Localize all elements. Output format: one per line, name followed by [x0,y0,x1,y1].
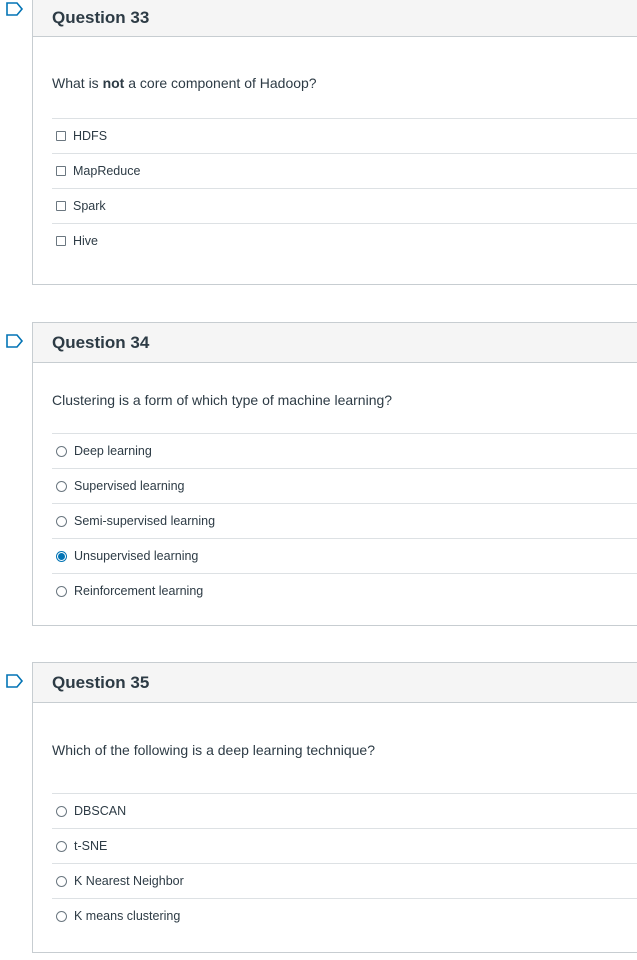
answer-option[interactable]: MapReduce [52,154,637,189]
answer-label: HDFS [73,129,108,143]
question-text: Clustering is a form of which type of ma… [52,392,393,408]
answer-label: Unsupervised learning [74,549,199,563]
question-header: Question 33 [33,0,637,37]
question-text-part: a core component of Hadoop? [124,75,317,91]
answer-option[interactable]: t-SNE [52,829,637,864]
answer-option[interactable]: Hive [52,224,637,258]
radio-button[interactable] [56,875,67,887]
checkbox[interactable] [56,131,66,141]
flag-icon[interactable] [6,674,24,688]
answer-label: Reinforcement learning [74,584,204,598]
question-title: Question 34 [52,332,150,352]
answer-label: Supervised learning [74,479,185,493]
answer-option[interactable]: Reinforcement learning [52,574,637,608]
radio-button[interactable] [56,445,67,457]
question-header: Question 35 [33,663,637,703]
answer-option[interactable]: DBSCAN [52,794,637,829]
answer-option[interactable]: K means clustering [52,899,637,933]
answer-option[interactable]: HDFS [52,119,637,154]
radio-button[interactable] [56,805,67,817]
answer-option[interactable]: K Nearest Neighbor [52,864,637,899]
flag-icon[interactable] [6,334,24,348]
answer-label: Spark [73,199,106,213]
question-34: Question 34 Clustering is a form of whic… [32,322,637,626]
radio-button[interactable] [56,840,67,852]
radio-button-selected[interactable] [56,550,67,562]
question-title: Question 35 [52,672,150,692]
question-title: Question 33 [52,7,150,27]
checkbox[interactable] [56,236,66,246]
answer-label: MapReduce [73,164,141,178]
question-header: Question 34 [33,323,637,363]
answer-label: Deep learning [74,444,152,458]
answer-label: Semi-supervised learning [74,514,216,528]
radio-button[interactable] [56,910,67,922]
answer-label: K means clustering [74,909,181,923]
checkbox[interactable] [56,166,66,176]
question-text: What is not a core component of Hadoop? [33,75,637,91]
answer-option[interactable]: Semi-supervised learning [52,504,637,539]
question-35: Question 35 Which of the following is a … [32,662,637,953]
flag-icon[interactable] [6,2,24,16]
answer-label: K Nearest Neighbor [74,874,184,888]
answer-label: Hive [73,234,99,248]
question-33: Question 33 What is not a core component… [32,0,637,285]
answer-option[interactable]: Deep learning [52,434,637,469]
answer-option[interactable]: Unsupervised learning [52,539,637,574]
answer-option[interactable]: Spark [52,189,637,224]
question-text: Which of the following is a deep learnin… [52,742,375,758]
question-text-part: What is [52,75,103,91]
radio-button[interactable] [56,515,67,527]
answer-label: t-SNE [74,839,108,853]
answer-option[interactable]: Supervised learning [52,469,637,504]
answer-list: DBSCAN t-SNE K Nearest Neighbor K means … [52,793,637,933]
question-text-bold: not [102,75,125,91]
radio-button[interactable] [56,480,67,492]
checkbox[interactable] [56,201,66,211]
answer-list: Deep learning Supervised learning Semi-s… [52,433,637,608]
answer-list: HDFS MapReduce Spark Hive [52,118,637,258]
answer-label: DBSCAN [74,804,127,818]
radio-button[interactable] [56,585,67,597]
